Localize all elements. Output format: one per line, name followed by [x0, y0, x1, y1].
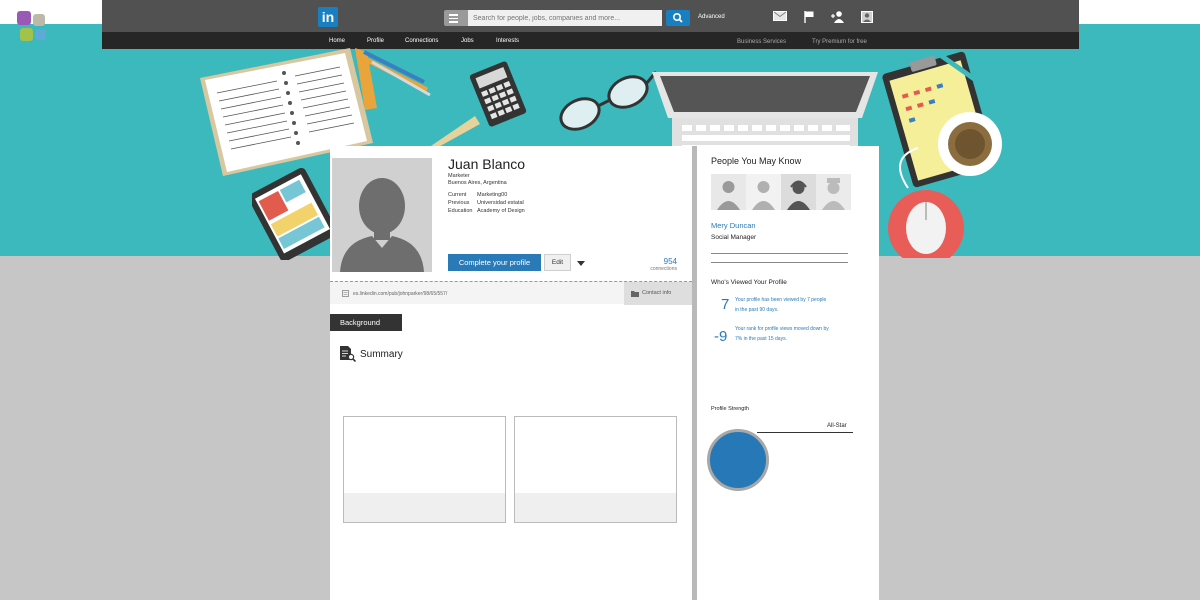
separator-line	[711, 262, 848, 263]
detail-value: Universidad estatal	[477, 200, 524, 206]
suggested-people-strip	[711, 174, 851, 210]
account-icon[interactable]	[861, 11, 873, 23]
linkedin-logo-icon[interactable]: in	[318, 7, 338, 27]
folder-icon	[631, 291, 639, 297]
try-premium-link[interactable]: Try Premium for free	[812, 39, 867, 45]
message-icon[interactable]	[773, 11, 787, 21]
media-panel-footer	[515, 493, 676, 522]
nav-interests[interactable]: Interests	[496, 38, 519, 44]
nav-home[interactable]: Home	[329, 38, 345, 44]
profile-views-number[interactable]: 7	[721, 296, 729, 313]
background-section-tab[interactable]: Background	[330, 314, 402, 331]
suggested-person-4[interactable]	[816, 174, 851, 210]
detail-value: Marketing00	[477, 192, 508, 198]
edit-profile-button[interactable]: Edit	[544, 254, 571, 271]
media-panel-right[interactable]	[514, 416, 677, 523]
suggested-person-3[interactable]	[781, 174, 816, 210]
profile-name: Juan Blanco	[448, 156, 526, 172]
profile-card: Juan Blanco Marketer Buenos Aires, Argen…	[330, 146, 692, 600]
suggested-person-name[interactable]: Mery Duncan	[711, 221, 756, 230]
search-category-button[interactable]	[444, 10, 468, 26]
detail-label: Previous	[448, 200, 470, 206]
nav-profile[interactable]: Profile	[367, 38, 384, 44]
flag-icon[interactable]	[804, 11, 814, 23]
contact-info-button[interactable]: Contact info	[624, 282, 692, 305]
pencils-illustration	[355, 50, 431, 97]
nav-jobs[interactable]: Jobs	[461, 38, 474, 44]
media-panel-footer	[344, 493, 505, 522]
person-placeholder-icon	[340, 178, 424, 272]
url-link-icon	[342, 290, 349, 297]
connections-count[interactable]: 954	[664, 257, 677, 266]
public-profile-url[interactable]: es.linkedin.com/pub/johnparker/98/65/557…	[353, 291, 447, 297]
logo-square-purple	[17, 11, 31, 25]
profile-strength-line	[757, 432, 853, 433]
tablet-illustration	[252, 167, 332, 260]
logo-square-green	[20, 28, 33, 41]
edit-dropdown-caret-icon[interactable]	[577, 261, 585, 266]
complete-profile-button[interactable]: Complete your profile	[448, 254, 541, 271]
summary-document-icon	[340, 346, 356, 362]
suggested-person-title: Social Manager	[711, 234, 757, 241]
profile-headline: Marketer	[448, 173, 470, 179]
profile-strength-meter[interactable]	[707, 429, 769, 491]
contact-info-label: Contact info	[642, 290, 672, 296]
detail-value: Academy of Design	[477, 208, 525, 214]
advanced-search-link[interactable]: Advanced	[698, 14, 725, 20]
ruler-illustration	[425, 116, 480, 150]
add-connection-icon[interactable]	[831, 11, 845, 23]
profile-strength-label: Profile Strength	[711, 406, 749, 412]
profile-rank-number[interactable]: -9	[714, 328, 727, 345]
suggested-person-2[interactable]	[746, 174, 781, 210]
logo-square-blue	[35, 29, 46, 40]
suggested-person-1[interactable]	[711, 174, 746, 210]
profile-rank-text: Your rank for profile views moved down b…	[735, 326, 829, 342]
detail-current: Current Marketing00	[448, 192, 507, 198]
summary-heading: Summary	[360, 349, 403, 360]
whos-viewed-heading: Who's Viewed Your Profile	[711, 279, 787, 286]
search-input[interactable]	[468, 10, 662, 26]
top-navigation-bar: in Advanced	[102, 0, 1079, 32]
public-profile-url-bar: es.linkedin.com/pub/johnparker/98/65/557…	[330, 281, 692, 305]
nav-connections[interactable]: Connections	[405, 38, 438, 44]
sub-navigation: Home Profile Connections Jobs Interests …	[102, 32, 1079, 49]
logo-square-tan	[33, 14, 45, 26]
profile-location: Buenos Aires, Argentina	[448, 180, 507, 186]
detail-label: Current	[448, 192, 467, 198]
people-you-may-know-heading: People You May Know	[711, 156, 802, 166]
profile-avatar[interactable]	[332, 158, 432, 272]
business-services-link[interactable]: Business Services	[737, 39, 786, 45]
profile-views-text: Your profile has been viewed by 7 people…	[735, 297, 827, 313]
glasses-illustration	[559, 71, 658, 131]
detail-label: Education	[448, 208, 473, 214]
clipboard-coffee-mouse-illustration	[882, 49, 1006, 258]
profile-strength-level: All-Star	[827, 423, 847, 429]
detail-education: Education Academy of Design	[448, 208, 525, 214]
detail-previous: Previous Universidad estatal	[448, 200, 524, 206]
sidebar-card: People You May Know Mery Duncan Social M…	[697, 146, 879, 600]
connections-label: connections	[650, 266, 677, 272]
separator-line	[711, 253, 848, 254]
search-icon	[673, 12, 683, 23]
search-button[interactable]	[666, 10, 690, 26]
media-panel-left[interactable]	[343, 416, 506, 523]
